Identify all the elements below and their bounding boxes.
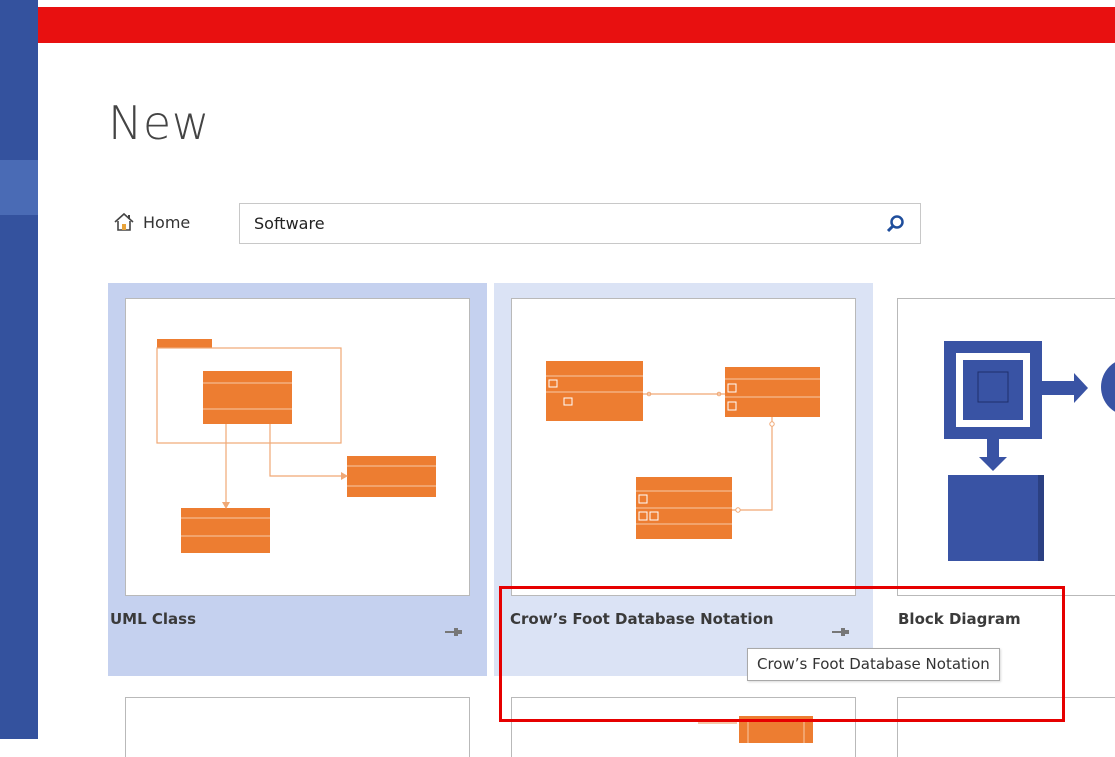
search-value: Software bbox=[254, 214, 325, 233]
template-thumbnail bbox=[125, 298, 470, 596]
pin-icon[interactable] bbox=[445, 622, 463, 641]
home-link[interactable]: Home bbox=[113, 212, 190, 232]
template-label: UML Class bbox=[110, 610, 197, 628]
annotation-highlight-box bbox=[499, 586, 1065, 722]
home-label: Home bbox=[143, 212, 191, 232]
home-icon bbox=[113, 212, 135, 232]
window-top-strip bbox=[38, 0, 1115, 7]
page-title: New bbox=[108, 96, 210, 150]
template-thumbnail bbox=[897, 298, 1115, 596]
template-thumbnail-row2-1[interactable] bbox=[125, 697, 470, 757]
backstage-sidebar[interactable] bbox=[0, 0, 38, 739]
title-bar-accent bbox=[38, 7, 1115, 43]
search-icon[interactable] bbox=[886, 214, 906, 238]
template-thumbnail bbox=[511, 298, 856, 596]
search-input[interactable]: Software bbox=[239, 203, 921, 244]
sidebar-item-new[interactable] bbox=[0, 160, 38, 215]
